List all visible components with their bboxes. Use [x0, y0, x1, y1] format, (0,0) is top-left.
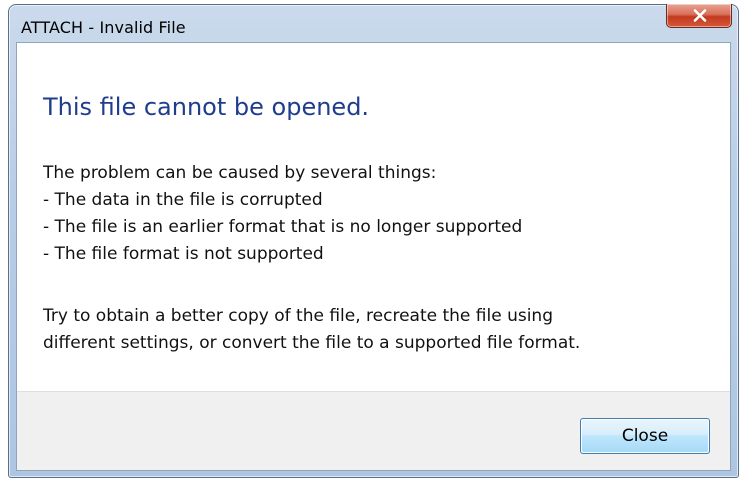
dialog-heading: This file cannot be opened.: [43, 93, 370, 121]
title-close-button[interactable]: [666, 4, 732, 28]
reason-item: - The data in the file is corrupted: [43, 190, 323, 210]
close-icon: [693, 9, 707, 22]
advice-text-line: different settings, or convert the file …: [43, 333, 581, 353]
advice-text-line: Try to obtain a better copy of the file,…: [43, 306, 553, 326]
window-title: ATTACH - Invalid File: [21, 18, 186, 37]
title-bar[interactable]: ATTACH - Invalid File: [9, 4, 738, 37]
reason-item: - The file is an earlier format that is …: [43, 217, 523, 237]
close-button[interactable]: Close: [580, 418, 710, 454]
button-footer: Close: [17, 391, 730, 470]
problem-intro: The problem can be caused by several thi…: [43, 163, 437, 183]
reason-item: - The file format is not supported: [43, 244, 324, 264]
dialog-window: ATTACH - Invalid File This file cannot b…: [8, 4, 739, 478]
dialog-client-area: This file cannot be opened. The problem …: [16, 42, 731, 471]
message-area: This file cannot be opened. The problem …: [17, 43, 730, 391]
